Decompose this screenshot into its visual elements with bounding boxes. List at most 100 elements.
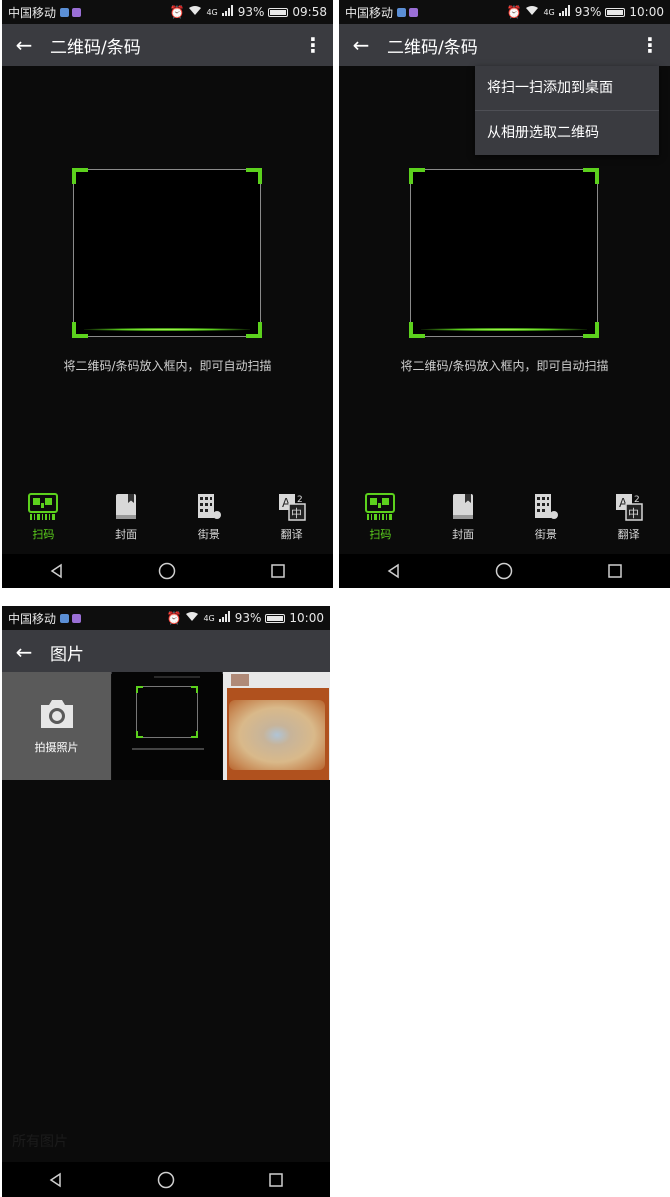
tool-cover[interactable]: 封面 xyxy=(422,480,505,554)
notification-app-icon xyxy=(60,7,70,17)
thumbnail-avatar xyxy=(231,674,249,686)
tool-translate[interactable]: A 中 2 翻译 xyxy=(250,480,333,554)
back-arrow-icon[interactable]: ← xyxy=(339,33,383,57)
svg-text:2: 2 xyxy=(297,495,303,505)
signal-icon xyxy=(221,5,234,19)
thumbnail-blurred-text xyxy=(132,748,204,750)
qr-scan-icon xyxy=(28,492,59,520)
signal-icon xyxy=(558,5,571,19)
nav-back-icon[interactable] xyxy=(48,1172,64,1188)
page-title: 二维码/条码 xyxy=(50,37,141,58)
menu-item-pick-from-album[interactable]: 从相册选取二维码 xyxy=(475,111,659,155)
svg-text:2: 2 xyxy=(634,495,640,505)
battery-icon xyxy=(268,7,289,17)
menu-item-add-to-desktop[interactable]: 将扫一扫添加到桌面 xyxy=(475,66,659,110)
photo-thumbnail-screenshot[interactable] xyxy=(112,672,222,780)
more-options-icon[interactable]: ⋮ xyxy=(293,33,333,57)
tool-scan-code[interactable]: 扫码 xyxy=(2,480,85,554)
book-cover-icon xyxy=(453,493,474,519)
camera-icon xyxy=(40,700,73,728)
scan-mode-toolbar: 扫码 封面 街景 A 中 2 翻译 xyxy=(2,480,333,554)
notification-app-icon xyxy=(60,613,70,623)
wifi-icon xyxy=(185,611,199,625)
wifi-icon xyxy=(525,5,539,19)
viewfinder-corner xyxy=(72,168,88,184)
nav-back-icon[interactable] xyxy=(386,563,402,579)
network-type: 4G xyxy=(206,7,218,17)
street-view-icon xyxy=(197,493,221,519)
screen-scanner: 中国移动 ⏰ 4G 93% 09:58 ← 二维码/条码 ⋮ 将二维码/条码放入… xyxy=(2,0,333,588)
carrier-name: 中国移动 xyxy=(345,5,394,20)
battery-percent: 93% xyxy=(237,5,265,19)
battery-percent: 93% xyxy=(234,611,262,625)
screen-gallery: 中国移动 ⏰ 4G 93% 10:00 ← 图片 拍摄照片 所有图片 xyxy=(2,606,330,1197)
wifi-icon xyxy=(188,5,202,19)
tool-cover[interactable]: 封面 xyxy=(85,480,168,554)
carrier-name: 中国移动 xyxy=(8,5,57,20)
scan-line xyxy=(84,328,250,331)
thumbnail-blurred-text xyxy=(154,676,200,678)
alarm-icon: ⏰ xyxy=(506,5,522,19)
tool-label: 翻译 xyxy=(617,527,640,541)
nav-home-icon[interactable] xyxy=(495,562,513,580)
viewfinder-corner xyxy=(583,168,599,184)
scan-line xyxy=(421,328,587,331)
nav-back-icon[interactable] xyxy=(49,563,65,579)
nav-recents-icon[interactable] xyxy=(270,563,286,579)
clock: 10:00 xyxy=(289,611,324,625)
tool-translate[interactable]: A 中 2 翻译 xyxy=(587,480,670,554)
status-bar: 中国移动 ⏰ 4G 93% 09:58 xyxy=(2,0,333,24)
screen-scanner-menu: 中国移动 ⏰ 4G 93% 10:00 ← 二维码/条码 ⋮ 将二维码/条码放入… xyxy=(339,0,670,588)
notification-app-icon xyxy=(409,7,419,17)
status-bar: 中国移动 ⏰ 4G 93% 10:00 xyxy=(2,606,330,630)
tool-street-view[interactable]: 街景 xyxy=(168,480,251,554)
notification-app-icon xyxy=(72,613,82,623)
thumbnail-viewfinder xyxy=(136,686,198,738)
tool-street-view[interactable]: 街景 xyxy=(505,480,588,554)
viewfinder-corner xyxy=(409,168,425,184)
tool-label: 扫码 xyxy=(32,527,55,541)
alarm-icon: ⏰ xyxy=(166,611,182,625)
system-nav-bar xyxy=(339,554,670,588)
tool-label: 封面 xyxy=(115,527,138,541)
network-type: 4G xyxy=(203,613,215,623)
take-photo-label: 拍摄照片 xyxy=(34,741,79,754)
signal-icon xyxy=(218,611,231,625)
page-title: 二维码/条码 xyxy=(387,37,478,58)
scan-hint: 将二维码/条码放入框内，即可自动扫描 xyxy=(63,359,272,373)
scan-hint: 将二维码/条码放入框内，即可自动扫描 xyxy=(400,359,609,373)
nav-home-icon[interactable] xyxy=(158,562,176,580)
qr-scan-icon xyxy=(365,492,396,520)
more-options-icon[interactable]: ⋮ xyxy=(630,33,670,57)
album-folder-label[interactable]: 所有图片 xyxy=(12,1131,68,1151)
back-arrow-icon[interactable]: ← xyxy=(2,640,46,664)
status-bar: 中国移动 ⏰ 4G 93% 10:00 xyxy=(339,0,670,24)
back-arrow-icon[interactable]: ← xyxy=(2,33,46,57)
take-photo-tile[interactable]: 拍摄照片 xyxy=(2,672,111,780)
tool-label: 扫码 xyxy=(369,527,392,541)
overflow-menu: 将扫一扫添加到桌面 从相册选取二维码 xyxy=(475,66,659,155)
clock: 10:00 xyxy=(629,5,664,19)
photo-thumbnail-toast[interactable] xyxy=(223,672,330,780)
tool-label: 封面 xyxy=(452,527,475,541)
app-bar: ← 二维码/条码 ⋮ xyxy=(2,24,333,66)
tool-label: 翻译 xyxy=(280,527,303,541)
tool-scan-code[interactable]: 扫码 xyxy=(339,480,422,554)
nav-recents-icon[interactable] xyxy=(268,1172,284,1188)
nav-home-icon[interactable] xyxy=(157,1171,175,1189)
tool-label: 街景 xyxy=(534,527,557,541)
alarm-icon: ⏰ xyxy=(169,5,185,19)
notification-app-icon xyxy=(397,7,407,17)
system-nav-bar xyxy=(2,554,333,588)
translate-icon: A 中 2 xyxy=(278,493,306,521)
book-cover-icon xyxy=(116,493,137,519)
scan-mode-toolbar: 扫码 封面 街景 A 中 2 翻译 xyxy=(339,480,670,554)
nav-recents-icon[interactable] xyxy=(607,563,623,579)
toast-image xyxy=(229,700,325,770)
battery-percent: 93% xyxy=(574,5,602,19)
street-view-icon xyxy=(534,493,558,519)
svg-text:中: 中 xyxy=(628,507,639,520)
app-bar: ← 图片 xyxy=(2,630,330,674)
network-type: 4G xyxy=(543,7,555,17)
battery-icon xyxy=(605,7,626,17)
